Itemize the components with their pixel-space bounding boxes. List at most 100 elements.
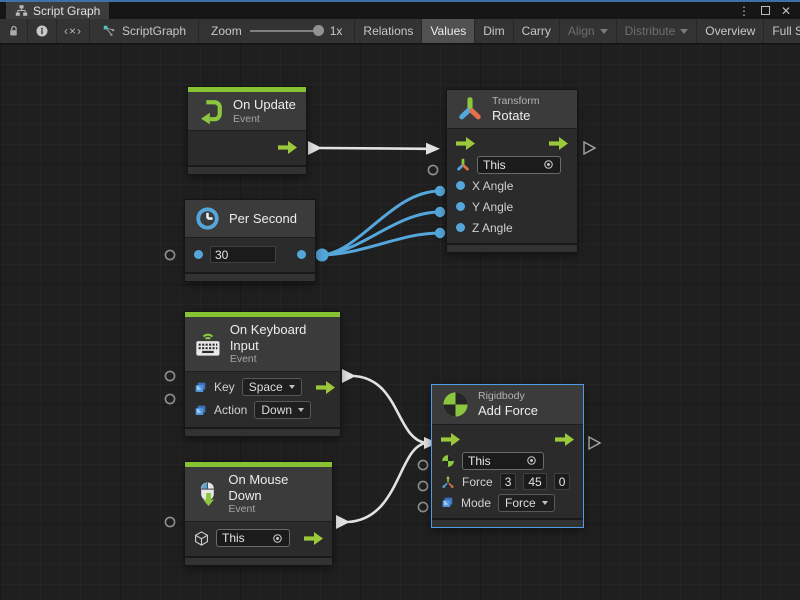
node-footer: [432, 518, 583, 527]
this-field[interactable]: This: [216, 529, 290, 547]
unconnected-flow-addforce-out[interactable]: [589, 437, 600, 449]
this-field[interactable]: This: [462, 452, 544, 470]
node-subtitle: Event: [228, 503, 323, 516]
force-z-field[interactable]: 0: [554, 473, 571, 490]
node-on-mouse-down[interactable]: On Mouse Down Event This: [185, 462, 332, 565]
mode-dropdown[interactable]: Force: [498, 494, 555, 512]
unconnected-port-force[interactable]: [418, 481, 427, 490]
this-field[interactable]: This: [477, 156, 561, 174]
transform-icon: [456, 95, 484, 123]
keyboard-icon: [194, 330, 222, 358]
tab-script-graph[interactable]: Script Graph: [6, 2, 109, 19]
unconnected-port-action[interactable]: [165, 394, 174, 403]
target-picker-icon[interactable]: [271, 532, 284, 545]
node-footer: [447, 243, 577, 252]
distribute-dropdown[interactable]: Distribute: [616, 19, 697, 43]
chevron-down-icon: [600, 29, 608, 34]
node-on-update[interactable]: On Update Event: [188, 87, 306, 174]
zoom-slider-handle[interactable]: [313, 25, 324, 36]
align-dropdown[interactable]: Align: [559, 19, 616, 43]
port-label: Z Angle: [472, 221, 513, 235]
unconnected-port-addforce-this[interactable]: [418, 460, 427, 469]
rigidbody-mini-icon: [441, 454, 455, 468]
per-second-value-field[interactable]: 30: [210, 246, 276, 263]
unconnected-port-key[interactable]: [165, 371, 174, 380]
wire-endpoint-dot[interactable]: [316, 249, 329, 262]
wire-keyboard-to-addforce[interactable]: [354, 376, 426, 443]
graph-breadcrumb[interactable]: ScriptGraph: [90, 19, 199, 43]
node-title: Per Second: [229, 211, 297, 227]
action-dropdown[interactable]: Down: [254, 401, 311, 419]
tab-bar: Script Graph ⋮ ✕: [0, 0, 800, 19]
window-controls: ⋮ ✕: [738, 2, 800, 19]
value-port[interactable]: [456, 202, 465, 211]
target-picker-icon[interactable]: [525, 454, 538, 467]
flow-output-port[interactable]: [549, 137, 568, 150]
graph-toolbar: ‹×› ScriptGraph Zoom 1x Relations Values…: [0, 19, 800, 44]
graph-hierarchy-icon: [15, 4, 28, 17]
unconnected-port-mouse-this[interactable]: [165, 517, 174, 526]
code-view-button[interactable]: ‹×›: [57, 19, 90, 43]
value-output-port[interactable]: [297, 250, 306, 259]
port-label: X Angle: [472, 179, 513, 193]
port-label: Mode: [461, 496, 491, 510]
unconnected-port-persecond-in[interactable]: [165, 250, 174, 259]
unconnected-flow-rotate-out[interactable]: [584, 142, 595, 154]
window-menu-icon[interactable]: ⋮: [738, 4, 750, 18]
force-x-field[interactable]: 3: [500, 473, 517, 490]
unconnected-port-mode[interactable]: [418, 502, 427, 511]
wire-onupdate-to-rotate[interactable]: [320, 148, 427, 149]
node-title: On Keyboard Input: [230, 322, 331, 353]
wire-source-triangle[interactable]: [336, 515, 350, 529]
wire-endpoint-dot[interactable]: [435, 186, 445, 196]
enum-icon: [441, 496, 454, 509]
flow-output-port[interactable]: [304, 532, 323, 545]
wire-arrowhead[interactable]: [426, 143, 440, 155]
flow-input-port[interactable]: [456, 137, 475, 150]
code-icon: ‹×›: [64, 24, 82, 38]
value-input-port[interactable]: [194, 250, 203, 259]
maximize-icon[interactable]: [761, 6, 770, 15]
info-button[interactable]: [28, 19, 57, 43]
flow-input-port[interactable]: [441, 433, 460, 446]
overview-button[interactable]: Overview: [696, 19, 763, 43]
node-on-keyboard-input[interactable]: On Keyboard Input Event Key Space Action…: [185, 312, 340, 436]
wire-source-triangle[interactable]: [342, 369, 356, 383]
dropdown-caret-icon: [542, 501, 548, 505]
node-per-second[interactable]: Per Second 30: [185, 200, 315, 281]
value-port[interactable]: [456, 181, 465, 190]
tab-label: Script Graph: [33, 4, 100, 18]
port-label: Force: [462, 475, 493, 489]
flow-output-port[interactable]: [316, 381, 335, 394]
wire-endpoint-dot[interactable]: [435, 228, 445, 238]
info-icon: [35, 24, 49, 38]
on-update-icon: [197, 97, 225, 125]
node-title: Rotate: [492, 108, 539, 124]
target-picker-icon[interactable]: [542, 158, 555, 171]
dim-button[interactable]: Dim: [474, 19, 512, 43]
carry-button[interactable]: Carry: [513, 19, 559, 43]
node-subtitle: Event: [233, 113, 296, 126]
key-dropdown[interactable]: Space: [242, 378, 302, 396]
node-add-force[interactable]: Rigidbody Add Force This: [432, 385, 583, 527]
full-screen-button[interactable]: Full Screen: [763, 19, 800, 43]
force-y-field[interactable]: 45: [523, 473, 546, 490]
value-port[interactable]: [456, 223, 465, 232]
relations-button[interactable]: Relations: [354, 19, 421, 43]
node-footer: [185, 556, 332, 565]
node-rotate[interactable]: Transform Rotate This X Angle: [447, 90, 577, 252]
wire-source-triangle[interactable]: [308, 141, 322, 155]
gameobject-cube-icon: [194, 531, 209, 546]
wire-endpoint-dot[interactable]: [435, 207, 445, 217]
close-icon[interactable]: ✕: [781, 4, 791, 18]
wire-mouse-to-addforce[interactable]: [348, 443, 426, 522]
values-button[interactable]: Values: [421, 19, 474, 43]
graph-name: ScriptGraph: [122, 24, 186, 38]
flow-output-port[interactable]: [555, 433, 574, 446]
graph-canvas[interactable]: On Update Event Transform Rotate: [0, 44, 800, 600]
unconnected-port-rotate-this[interactable]: [428, 165, 437, 174]
dropdown-caret-icon: [298, 408, 304, 412]
lock-button[interactable]: [0, 19, 28, 43]
flow-output-port[interactable]: [278, 141, 297, 154]
zoom-slider[interactable]: [250, 30, 322, 32]
